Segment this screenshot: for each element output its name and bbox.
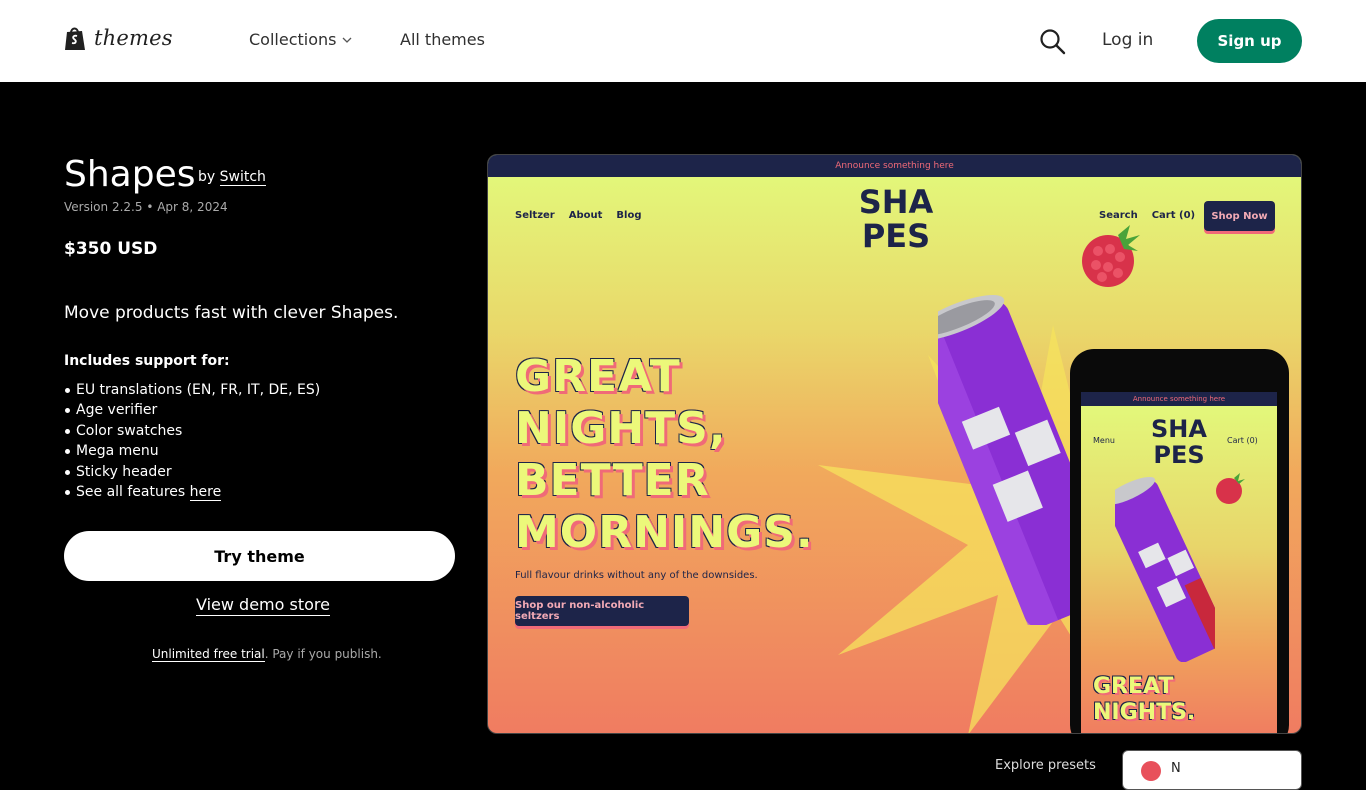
feature-item: Color swatches (64, 421, 320, 441)
nav-collections[interactable]: Collections (249, 30, 352, 49)
nav-collections-label: Collections (249, 30, 337, 49)
headline-line: NIGHTS, (515, 403, 727, 454)
preview-nav-cart: Cart (0) (1151, 210, 1196, 221)
preview-nav-about: About (568, 210, 603, 221)
search-icon[interactable] (1038, 27, 1066, 55)
trial-note: Unlimited free trial. Pay if you publish… (152, 647, 382, 662)
phone-cart-label: Cart (0) (1227, 436, 1258, 445)
shapes-logo-line-1: SHA (859, 183, 934, 221)
preview-shop-now-button: Shop Now (1204, 201, 1275, 231)
feature-item: Age verifier (64, 400, 320, 420)
version-number: Version 2.2.5 (64, 200, 143, 214)
trial-note-rest: . Pay if you publish. (264, 647, 382, 661)
theme-price: $350 USD (64, 239, 158, 259)
phone-mockup: Announce something here Menu SHA PES Car… (1070, 349, 1289, 733)
top-navigation: themes Collections All themes Log in Sig… (0, 0, 1366, 82)
preview-nav-seltzer: Seltzer (515, 210, 555, 221)
seltzer-can-image (938, 294, 1088, 625)
preset-select[interactable]: N (1122, 750, 1302, 790)
phone-headline-line: GREAT (1093, 674, 1174, 699)
version-info: Version 2.2.5 • Apr 8, 2024 (64, 200, 228, 214)
feature-item: EU translations (EN, FR, IT, DE, ES) (64, 380, 320, 400)
version-separator: • (146, 200, 158, 214)
feature-item: Mega menu (64, 441, 320, 461)
phone-announcement-bar: Announce something here (1081, 392, 1277, 406)
phone-logo-line-2: PES (1153, 441, 1204, 466)
preview-nav-right: Search Cart (0) (1099, 210, 1195, 221)
chevron-down-icon (343, 37, 352, 43)
preset-color-swatch (1141, 761, 1161, 781)
nav-all-themes[interactable]: All themes (400, 30, 485, 49)
theme-preview-image[interactable]: Announce something here Seltzer About Bl… (487, 154, 1302, 734)
shopify-themes-logo[interactable]: themes (64, 25, 173, 51)
phone-shapes-logo: SHA PES (1151, 415, 1207, 466)
phone-headline: GREAT NIGHTS. (1093, 674, 1195, 726)
theme-byline: by Switch (198, 169, 266, 186)
preview-cta-button: Shop our non-alcoholic seltzers (515, 596, 689, 626)
phone-headline-line: NIGHTS. (1093, 700, 1196, 725)
shapes-logo: SHA PES (859, 183, 934, 251)
preview-nav-blog: Blog (616, 210, 642, 221)
version-date: Apr 8, 2024 (157, 200, 228, 214)
phone-raspberry-image (1216, 473, 1245, 504)
shapes-logo-line-2: PES (862, 217, 930, 251)
feature-item: Sticky header (64, 462, 320, 482)
shopify-bag-icon (65, 27, 85, 50)
preview-announcement-bar: Announce something here (488, 155, 1301, 177)
feature-item-see-all: See all features here (64, 482, 320, 502)
phone-menu-label: Menu (1093, 436, 1115, 445)
raspberry-image (1082, 225, 1140, 287)
nav-all-themes-label: All themes (400, 30, 485, 49)
preview-subline: Full flavour drinks without any of the d… (515, 570, 758, 581)
login-link[interactable]: Log in (1102, 30, 1153, 50)
includes-label: Includes support for: (64, 353, 230, 369)
theme-tagline: Move products fast with clever Shapes. (64, 303, 399, 323)
headline-line: GREAT (515, 351, 681, 402)
phone-screen: Announce something here Menu SHA PES Car… (1081, 392, 1277, 733)
preview-nav-left: Seltzer About Blog (515, 210, 641, 221)
try-theme-button[interactable]: Try theme (64, 531, 455, 581)
free-trial-link[interactable]: Unlimited free trial (152, 647, 265, 662)
theme-title: Shapes (64, 154, 196, 195)
see-all-features-link[interactable]: here (189, 483, 222, 501)
signup-button[interactable]: Sign up (1197, 19, 1302, 63)
view-demo-store-link[interactable]: View demo store (196, 595, 330, 616)
headline-line: MORNINGS. (515, 507, 814, 558)
logo-text: themes (94, 26, 173, 50)
preview-headline: GREAT NIGHTS, BETTER MORNINGS. (515, 351, 814, 559)
preview-nav-search: Search (1099, 210, 1138, 221)
phone-logo-line-1: SHA (1151, 415, 1207, 443)
explore-presets-label: Explore presets (995, 758, 1096, 773)
headline-line: BETTER (515, 455, 710, 506)
see-all-prefix: See all features (76, 483, 186, 500)
byline-prefix: by (198, 169, 216, 185)
author-link[interactable]: Switch (219, 169, 266, 186)
feature-list: EU translations (EN, FR, IT, DE, ES) Age… (64, 380, 320, 502)
preset-select-value: N (1171, 761, 1181, 776)
phone-seltzer-can-image (1115, 476, 1215, 662)
